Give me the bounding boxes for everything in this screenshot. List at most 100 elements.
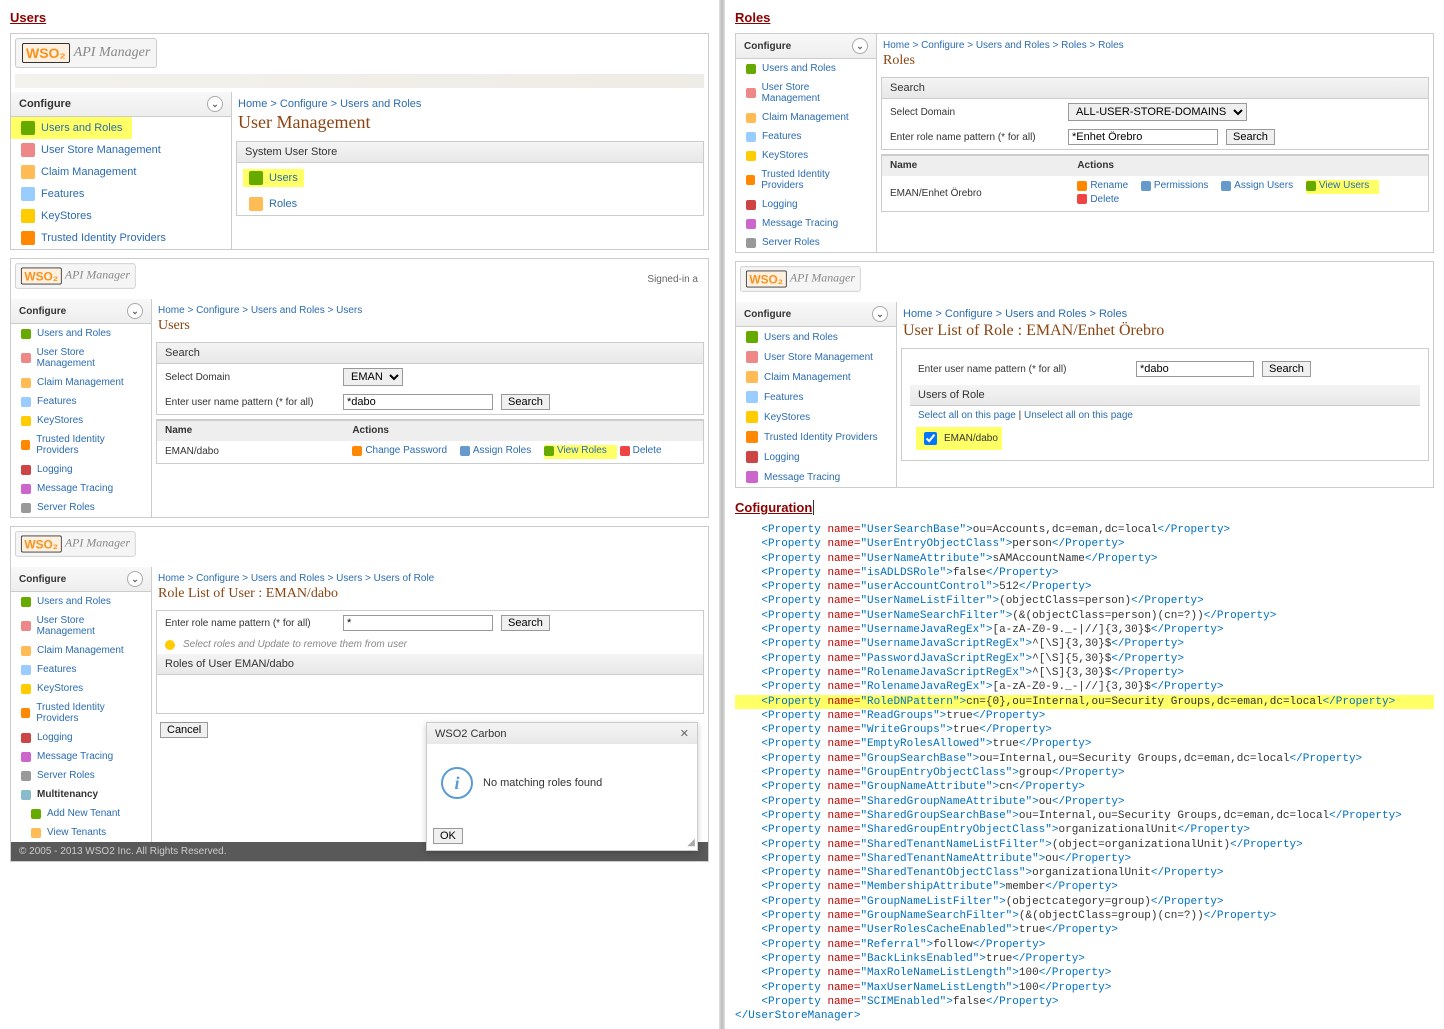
breadcrumb[interactable]: Home > Configure > Users and Roles > Rol… [903, 308, 1433, 320]
col-name: Name [882, 156, 1069, 175]
panel-user-management: WSO₂ API Manager Configure ⌄ Users and R… [10, 33, 709, 250]
sidebar-item-claim[interactable]: Claim Management [11, 641, 151, 660]
hint-text: Select roles and Update to remove them f… [183, 639, 407, 650]
chevron-down-icon: ⌄ [207, 96, 223, 112]
user-pattern-input[interactable] [1136, 361, 1254, 377]
sidebar-item-users-roles[interactable]: Users and Roles [11, 592, 151, 611]
view-icon [544, 446, 554, 456]
sidebar-item-add-tenant[interactable]: Add New Tenant [11, 804, 151, 823]
breadcrumb[interactable]: Home > Configure > Users and Roles > Use… [158, 573, 708, 584]
sidebar-item-logging[interactable]: Logging [11, 460, 151, 479]
action-view-users[interactable]: View Users [1306, 180, 1369, 191]
sidebar-item-msg-trace[interactable]: Message Tracing [736, 467, 896, 487]
sidebar-item-user-store[interactable]: User Store Management [11, 611, 151, 641]
breadcrumb[interactable]: Home > Configure > Users and Roles [238, 98, 708, 110]
sidebar-item-server-roles[interactable]: Server Roles [11, 498, 151, 517]
sidebar-item-user-store[interactable]: User Store Management [11, 139, 231, 161]
sidebar-item-tip[interactable]: Trusted Identity Providers [11, 430, 151, 460]
product-name: API Manager [74, 45, 151, 61]
info-icon: i [441, 767, 473, 799]
sidebar-item-users-roles[interactable]: Users and Roles [736, 59, 876, 78]
sidebar-item-keystores[interactable]: KeyStores [11, 679, 151, 698]
role-pattern-input[interactable] [343, 615, 493, 631]
action-view-roles[interactable]: View Roles [544, 445, 607, 456]
domain-select[interactable]: ALL-USER-STORE-DOMAINS [1068, 103, 1247, 121]
sidebar-item-keystores[interactable]: KeyStores [736, 146, 876, 165]
sidebar-item-tip[interactable]: Trusted Identity Providers [11, 227, 231, 249]
sidebar-item-keystores[interactable]: KeyStores [11, 205, 231, 227]
sidebar-item-tip[interactable]: Trusted Identity Providers [11, 698, 151, 728]
cancel-button[interactable]: Cancel [160, 722, 208, 738]
link-users[interactable]: Users [243, 169, 304, 187]
sidebar-item-user-store[interactable]: User Store Management [736, 347, 896, 367]
search-header: Search [157, 343, 703, 364]
role-pattern-input[interactable] [1068, 129, 1218, 145]
sidebar-item-users-roles[interactable]: Users and Roles [11, 324, 151, 343]
chevron-down-icon: ⌄ [872, 306, 888, 322]
sidebar-item-claim[interactable]: Claim Management [736, 108, 876, 127]
table-row: EMAN/Enhet Örebro Rename Permissions Ass… [882, 175, 1428, 211]
sidebar-item-claim[interactable]: Claim Management [11, 373, 151, 392]
wso2-logo: WSO₂ [22, 43, 70, 63]
section-users-heading: Users [10, 10, 709, 25]
action-delete[interactable]: Delete [620, 445, 662, 456]
sidebar-item-logging[interactable]: Logging [736, 447, 896, 467]
col-name: Name [157, 421, 344, 440]
unselect-all-link[interactable]: Unselect all on this page [1024, 410, 1133, 421]
sidebar-item-features[interactable]: Features [736, 127, 876, 146]
sidebar-item-users-roles[interactable]: Users and Roles [11, 117, 132, 139]
link-roles[interactable]: Roles [237, 193, 703, 215]
action-assign-roles[interactable]: Assign Roles [460, 445, 531, 456]
action-change-password[interactable]: Change Password [352, 445, 447, 456]
action-permissions[interactable]: Permissions [1141, 180, 1208, 191]
search-button[interactable]: Search [501, 394, 550, 410]
sidebar-item-msg-trace[interactable]: Message Tracing [736, 214, 876, 233]
search-button[interactable]: Search [501, 615, 550, 631]
sidebar-item-keystores[interactable]: KeyStores [736, 407, 896, 427]
ok-button[interactable]: OK [433, 828, 463, 844]
sidebar-item-tip[interactable]: Trusted Identity Providers [736, 165, 876, 195]
close-icon[interactable]: ✕ [680, 727, 689, 740]
sidebar-item-multitenancy[interactable]: Multitenancy [11, 785, 151, 804]
sidebar-item-msg-trace[interactable]: Message Tracing [11, 747, 151, 766]
user-checkbox[interactable] [924, 432, 937, 445]
search-button[interactable]: Search [1226, 129, 1275, 145]
sidebar-item-server-roles[interactable]: Server Roles [11, 766, 151, 785]
resize-handle[interactable]: ◢ [687, 837, 695, 848]
breadcrumb[interactable]: Home > Configure > Users and Roles > Rol… [883, 40, 1433, 51]
user-pattern-input[interactable] [343, 394, 493, 410]
sidebar-item-user-store[interactable]: User Store Management [736, 78, 876, 108]
sidebar-item-logging[interactable]: Logging [736, 195, 876, 214]
sidebar-item-tip[interactable]: Trusted Identity Providers [736, 427, 896, 447]
action-rename[interactable]: Rename [1077, 180, 1128, 191]
sidebar-item-features[interactable]: Features [11, 392, 151, 411]
action-assign-users[interactable]: Assign Users [1221, 180, 1293, 191]
sidebar-item-server-roles[interactable]: Server Roles [736, 233, 876, 252]
action-delete[interactable]: Delete [1077, 194, 1119, 205]
select-domain-label: Select Domain [165, 372, 335, 383]
sidebar-item-users-roles[interactable]: Users and Roles [736, 327, 896, 347]
user-checkbox-row[interactable]: EMAN/dabo [920, 429, 998, 448]
sidebar-item-user-store[interactable]: User Store Management [11, 343, 151, 373]
select-all-link[interactable]: Select all on this page [918, 410, 1016, 421]
sidebar-item-view-tenants[interactable]: View Tenants [11, 823, 151, 842]
search-button[interactable]: Search [1262, 361, 1311, 377]
panel-users-list: WSO₂API Manager Signed-in a Configure⌄ U… [10, 258, 709, 518]
domain-select[interactable]: EMAN [343, 368, 403, 386]
sidebar-item-features[interactable]: Features [11, 183, 231, 205]
users-of-role-header: Users of Role [910, 385, 1420, 406]
sidebar-item-claim[interactable]: Claim Management [11, 161, 231, 183]
sidebar-item-logging[interactable]: Logging [11, 728, 151, 747]
breadcrumb[interactable]: Home > Configure > Users and Roles > Use… [158, 305, 708, 316]
delete-icon [620, 446, 630, 456]
pattern-label: Enter user name pattern (* for all) [918, 364, 1128, 375]
assign-icon [1221, 181, 1231, 191]
page-title: Users [158, 318, 702, 334]
sidebar-item-features[interactable]: Features [11, 660, 151, 679]
configure-header[interactable]: Configure ⌄ [11, 92, 231, 117]
sidebar-item-features[interactable]: Features [736, 387, 896, 407]
tip-icon [21, 231, 35, 245]
sidebar-item-claim[interactable]: Claim Management [736, 367, 896, 387]
sidebar-item-msg-trace[interactable]: Message Tracing [11, 479, 151, 498]
sidebar-item-keystores[interactable]: KeyStores [11, 411, 151, 430]
